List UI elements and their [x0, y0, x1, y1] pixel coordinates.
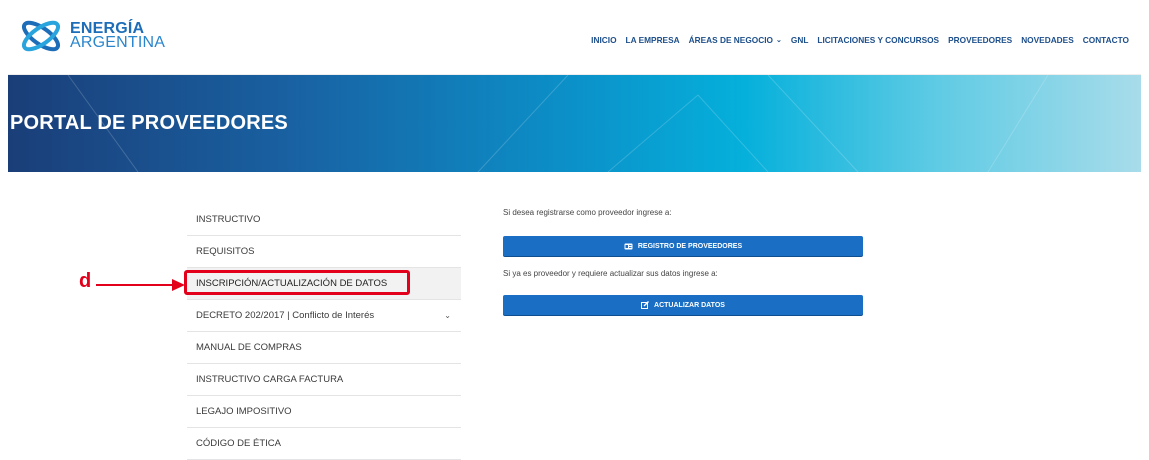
register-instructions: Si desea registrarse como proveedor ingr…: [503, 208, 672, 217]
annotation-label: d: [79, 270, 92, 292]
chevron-down-icon: ⌄: [444, 311, 451, 320]
nav-item-areas-de-negocio[interactable]: ÁREAS DE NEGOCIO ⌄: [689, 35, 782, 45]
sidebar-item-instructivo-factura[interactable]: INSTRUCTIVO CARGA FACTURA: [187, 364, 461, 396]
annotation-highlight-box: [184, 270, 410, 295]
update-instructions: Si ya es proveedor y requiere actualizar…: [503, 269, 718, 278]
brand-name-line2: ARGENTINA: [70, 34, 166, 51]
nav-item-la-empresa[interactable]: LA EMPRESA: [626, 35, 680, 45]
main-nav: INICIO LA EMPRESA ÁREAS DE NEGOCIO ⌄ GNL …: [591, 35, 1129, 45]
sidebar-item-manual-compras[interactable]: MANUAL DE COMPRAS: [187, 332, 461, 364]
nav-item-gnl[interactable]: GNL: [791, 35, 809, 45]
sidebar-menu: INSTRUCTIVO REQUISITOS INSCRIPCIÓN/ACTUA…: [187, 204, 461, 460]
sidebar-item-instructivo[interactable]: INSTRUCTIVO: [187, 204, 461, 236]
annotation-arrow-icon: [96, 279, 185, 291]
nav-item-contacto[interactable]: CONTACTO: [1083, 35, 1129, 45]
sidebar-item-codigo-etica[interactable]: CÓDIGO DE ÉTICA: [187, 428, 461, 460]
nav-item-novedades[interactable]: NOVEDADES: [1021, 35, 1074, 45]
nav-item-inicio[interactable]: INICIO: [591, 35, 616, 45]
logo[interactable]: ENERGÍA ARGENTINA: [16, 16, 165, 56]
energia-argentina-logo-icon: [21, 20, 61, 52]
registro-proveedores-button[interactable]: REGISTRO DE PROVEEDORES: [503, 236, 863, 256]
site-header: ENERGÍA ARGENTINA INICIO LA EMPRESA ÁREA…: [8, 10, 1141, 75]
nav-item-licitaciones[interactable]: LICITACIONES Y CONCURSOS: [817, 35, 939, 45]
sidebar-item-requisitos[interactable]: REQUISITOS: [187, 236, 461, 268]
nav-item-proveedores[interactable]: PROVEEDORES: [948, 35, 1012, 45]
edit-icon: [641, 301, 650, 309]
id-card-icon: [624, 243, 633, 249]
sidebar-item-legajo[interactable]: LEGAJO IMPOSITIVO: [187, 396, 461, 428]
sidebar-item-decreto[interactable]: DECRETO 202/2017 | Conflicto de Interés ⌄: [187, 300, 461, 332]
chevron-down-icon: ⌄: [776, 37, 782, 44]
page-banner: PORTAL DE PROVEEDORES: [8, 75, 1141, 172]
actualizar-datos-button[interactable]: ACTUALIZAR DATOS: [503, 295, 863, 315]
page-title: PORTAL DE PROVEEDORES: [10, 112, 288, 134]
